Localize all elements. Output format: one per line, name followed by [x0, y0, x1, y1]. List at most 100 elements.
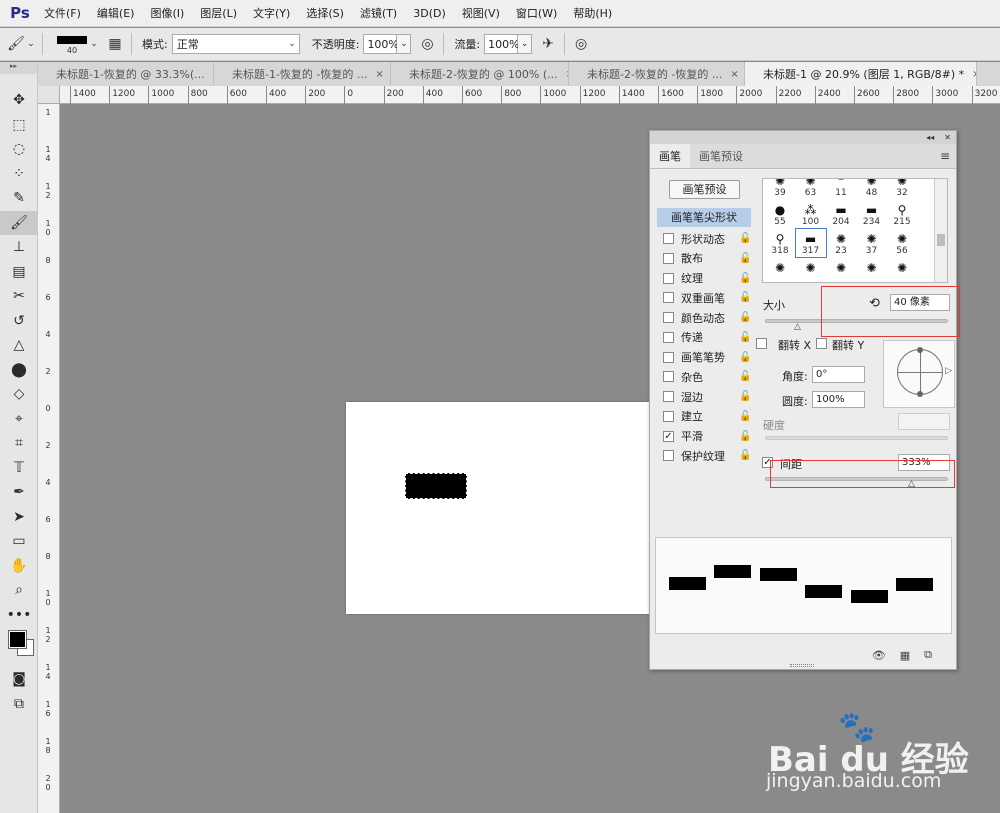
menu-view[interactable]: 视图(V) [454, 0, 508, 27]
brush-tip-cell[interactable]: ✺ 37 [857, 229, 887, 257]
crop-tool-icon[interactable]: ⌗ [0, 431, 38, 456]
lock-icon[interactable]: 🔓 [739, 450, 751, 461]
flip-y-checkbox[interactable] [816, 338, 827, 349]
brush-presets-button[interactable]: 画笔预设 [669, 180, 740, 199]
more-tools-icon[interactable]: ••• [0, 603, 38, 628]
option-checkbox[interactable] [663, 272, 674, 284]
menu-3d[interactable]: 3D(D) [405, 0, 454, 27]
option-checkbox[interactable] [663, 371, 674, 383]
brush-tip-cell[interactable]: ▬ 204 [826, 200, 856, 228]
new-brush-icon[interactable]: ⧉ [924, 648, 932, 662]
opacity-dropdown[interactable]: ⌄ [397, 34, 412, 54]
healing-tool-icon[interactable]: ✂ [0, 284, 38, 309]
option-checkbox[interactable] [663, 351, 674, 363]
brush-tip-cell[interactable]: ✺ 32 [887, 179, 917, 199]
menu-edit[interactable]: 编辑(E) [89, 0, 143, 27]
brush-tip-cell[interactable]: ▬ 234 [857, 200, 887, 228]
flip-x-checkbox[interactable] [756, 338, 767, 349]
lock-icon[interactable]: 🔓 [739, 332, 751, 343]
menu-help[interactable]: 帮助(H) [565, 0, 620, 27]
menu-image[interactable]: 图像(I) [142, 0, 192, 27]
vertical-ruler[interactable]: 1 14 12 10 8 6 4 2 0 2 4 6 8 10 12 14 16 18 20 [38, 104, 60, 813]
brush-option-row[interactable]: 湿边 🔓 [657, 387, 751, 406]
lock-icon[interactable]: 🔓 [739, 233, 751, 244]
brush-tip-shape-item[interactable]: 画笔笔尖形状 [657, 208, 751, 227]
brush-option-row[interactable]: 建立 🔓 [657, 407, 751, 426]
brush-tip-cell[interactable]: ✺ 23 [826, 229, 856, 257]
brush-tip-cell[interactable]: ✺ 63 [796, 179, 826, 199]
brush-tip-cell[interactable]: ✺ [765, 258, 795, 282]
option-checkbox[interactable] [663, 410, 674, 422]
grid-scrollbar[interactable] [934, 179, 947, 282]
brush-option-row[interactable]: 双重画笔 🔓 [657, 288, 751, 307]
tab-brush[interactable]: 画笔 [650, 144, 690, 168]
eraser-tool-icon[interactable]: ◇ [0, 382, 38, 407]
brush-option-row[interactable]: ✓ 平滑 🔓 [657, 427, 751, 446]
horizontal-ruler[interactable]: 1400 1200 1000 800 600 400 200 0 200 400 600 800 100… [60, 86, 1000, 104]
option-checkbox[interactable] [663, 331, 674, 343]
option-checkbox[interactable] [663, 312, 674, 323]
ruler-origin[interactable] [38, 86, 60, 104]
lock-icon[interactable]: 🔓 [739, 273, 751, 284]
eyedropper-tool-icon[interactable]: ⌖ [0, 407, 38, 432]
menu-window[interactable]: 窗口(W) [508, 0, 565, 27]
chevron-down-icon[interactable]: ⌄ [26, 34, 36, 54]
lock-icon[interactable]: 🔓 [739, 411, 751, 422]
sharpen-tool-icon[interactable]: △ [0, 333, 38, 358]
lock-icon[interactable]: 🔓 [739, 352, 751, 363]
eyedropper-crop-icon[interactable]: ✎ [0, 186, 38, 211]
screen-mode-icon[interactable]: ⧉ [0, 692, 38, 717]
lock-icon[interactable]: 🔓 [739, 371, 751, 382]
pressure-opacity-icon[interactable]: ◎ [417, 34, 437, 54]
option-checkbox[interactable] [663, 292, 674, 304]
document-canvas[interactable] [346, 402, 651, 614]
hand-tool-icon[interactable]: ✋ [0, 554, 38, 579]
brush-tip-cell[interactable]: ⚲ 215 [887, 200, 917, 228]
roundness-handle[interactable] [917, 391, 923, 397]
lock-icon[interactable]: 🔓 [739, 431, 751, 442]
brush-tool-icon[interactable]: 🖌 [0, 210, 38, 235]
blur-tool-icon[interactable]: ⬤ [0, 358, 38, 383]
pen-tool-icon[interactable]: ✒ [0, 480, 38, 505]
brush-option-row[interactable]: 保护纹理 🔓 [657, 446, 751, 465]
angle-roundness-widget[interactable]: ▷ [883, 340, 955, 408]
close-icon[interactable]: ✕ [944, 133, 951, 142]
brush-tip-cell[interactable]: ✺ 48 [857, 179, 887, 199]
option-checkbox[interactable] [663, 233, 674, 244]
menu-type[interactable]: 文字(Y) [245, 0, 298, 27]
brush-panel-toggle-icon[interactable]: ▦ [105, 34, 125, 54]
opacity-input[interactable]: 100% [363, 34, 399, 54]
brush-option-row[interactable]: 颜色动态 🔓 [657, 308, 751, 327]
history-brush-icon[interactable]: ↺ [0, 309, 38, 334]
brush-tip-cell[interactable]: ✺ 39 [765, 179, 795, 199]
menu-layer[interactable]: 图层(L) [192, 0, 245, 27]
type-tool-icon[interactable]: 𝕋 [0, 456, 38, 481]
tab-document-2[interactable]: 未标题-1-恢复的 -恢复的 ... × [214, 62, 391, 86]
angle-arrow-icon[interactable]: ▷ [945, 366, 952, 376]
brush-option-row[interactable]: 散布 🔓 [657, 249, 751, 268]
lock-icon[interactable]: 🔓 [739, 312, 751, 323]
brush-tip-cell[interactable]: ✺ [796, 258, 826, 282]
lock-icon[interactable]: 🔓 [739, 292, 751, 303]
quick-mask-icon[interactable]: ◙ [0, 667, 38, 692]
menu-filter[interactable]: 滤镜(T) [352, 0, 405, 27]
brush-option-row[interactable]: 形状动态 🔓 [657, 229, 751, 248]
quick-select-tool-icon[interactable]: ⁘ [0, 162, 38, 187]
grid-icon[interactable]: ▦ [900, 649, 910, 662]
close-icon[interactable]: × [972, 69, 976, 80]
flow-input[interactable]: 100% [484, 34, 520, 54]
brush-option-row[interactable]: 纹理 🔓 [657, 269, 751, 288]
toggle-proof-icon[interactable]: 👁 [872, 649, 886, 662]
panel-menu-icon[interactable]: ≡ [940, 149, 950, 163]
brush-tip-cell[interactable]: ⚲ 318 [765, 229, 795, 257]
gradient-tool-icon[interactable]: ▤ [0, 260, 38, 285]
roundness-handle[interactable] [917, 347, 923, 353]
brush-tip-cell[interactable]: ⁂ 100 [796, 200, 826, 228]
pressure-size-icon[interactable]: ◎ [571, 34, 591, 54]
menu-file[interactable]: 文件(F) [36, 0, 89, 27]
brush-tip-grid[interactable]: ✺ ✺ ✺ ✺ ✺ ✺ 56 ✺ 37 ✺ 23 ▬ 317 ⚲ 318 ⚲ 215 ▬ 234 ▬ 204 ⁂ 100 ● 5… [762, 178, 948, 283]
airbrush-icon[interactable]: ✈ [538, 34, 558, 54]
brush-tip-cell[interactable]: ▬ 317 [794, 228, 827, 258]
collapse-icon[interactable]: ◂◂ [926, 133, 934, 142]
tab-brush-presets[interactable]: 画笔预设 [690, 144, 752, 168]
